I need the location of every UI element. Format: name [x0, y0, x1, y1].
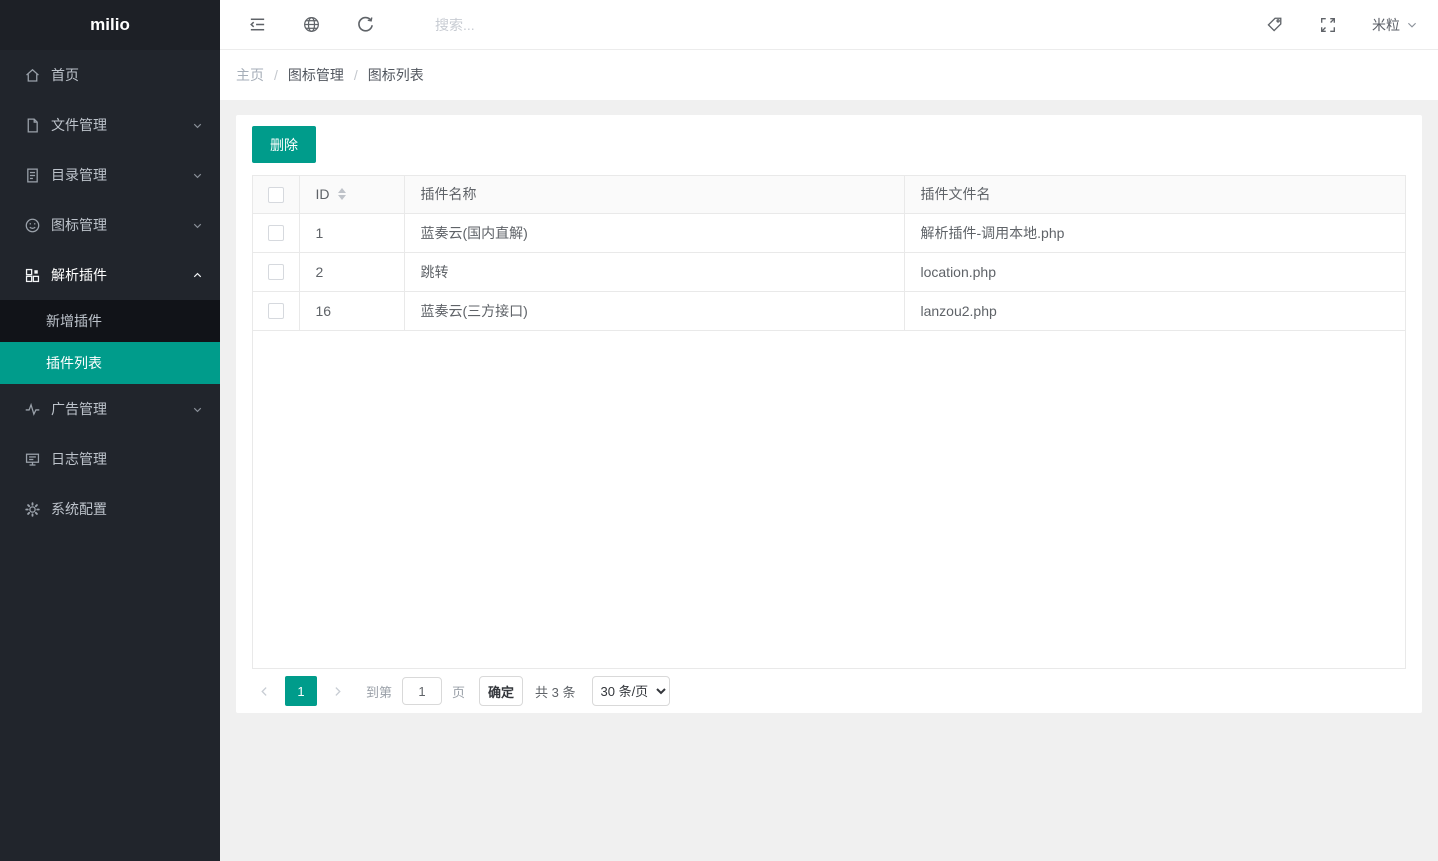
sidebar-item-plugins[interactable]: 解析插件	[0, 250, 220, 300]
cell-plugin-file: location.php	[904, 252, 1405, 291]
sort-icon[interactable]	[338, 188, 346, 200]
sidebar-item-files[interactable]: 文件管理	[0, 100, 220, 150]
cell-id: 2	[299, 252, 404, 291]
sidebar-fold-button[interactable]	[247, 15, 267, 35]
refresh-icon[interactable]	[355, 15, 375, 35]
chevron-down-icon	[191, 403, 204, 416]
sidebar-item-label: 广告管理	[51, 399, 107, 419]
sidebar-item-home[interactable]: 首页	[0, 50, 220, 100]
sidebar-subitem-plugin-list[interactable]: 插件列表	[0, 342, 220, 384]
chevron-down-icon	[191, 119, 204, 132]
sidebar: milio 首页 文件管理 目录管	[0, 0, 220, 861]
plugin-table: ID 插件名称 插件文件名 1 蓝奏云(国内直解) 解析	[253, 176, 1405, 331]
pagination: 1 到第 页 确定 共 3 条 30 条/页	[252, 669, 1406, 713]
search-input[interactable]	[435, 17, 655, 33]
sidebar-item-settings[interactable]: 系统配置	[0, 484, 220, 534]
sidebar-item-label: 解析插件	[51, 265, 107, 285]
sidebar-item-label: 目录管理	[51, 165, 107, 185]
column-header-id: ID	[316, 186, 330, 202]
plugin-list-card: 删除 ID 插件名称 插件文件名	[236, 115, 1422, 713]
fullscreen-icon[interactable]	[1318, 15, 1338, 35]
sidebar-subitem-label: 新增插件	[46, 311, 102, 331]
row-checkbox[interactable]	[268, 225, 284, 241]
total-count-label: 共 3 条	[535, 682, 575, 701]
table-row: 16 蓝奏云(三方接口) lanzou2.php	[253, 291, 1405, 330]
table-header-row: ID 插件名称 插件文件名	[253, 176, 1405, 213]
breadcrumb-icon-list: 图标列表	[368, 65, 424, 85]
confirm-button[interactable]: 确定	[479, 676, 523, 706]
table-row: 2 跳转 location.php	[253, 252, 1405, 291]
sidebar-item-directory[interactable]: 目录管理	[0, 150, 220, 200]
page-number-input[interactable]	[402, 677, 442, 705]
user-menu[interactable]: 米粒	[1372, 15, 1418, 35]
gear-icon	[24, 501, 41, 518]
breadcrumb-icon-management[interactable]: 图标管理	[288, 65, 344, 85]
page-number-button[interactable]: 1	[285, 676, 317, 706]
breadcrumb: 主页 / 图标管理 / 图标列表	[220, 50, 1438, 101]
cell-plugin-name: 跳转	[404, 252, 904, 291]
sidebar-nav: 首页 文件管理 目录管理	[0, 50, 220, 534]
cell-id: 1	[299, 213, 404, 252]
directory-icon	[24, 167, 41, 184]
select-all-checkbox[interactable]	[268, 187, 284, 203]
brand-logo: milio	[0, 0, 220, 50]
home-icon	[24, 67, 41, 84]
plugin-table-container: ID 插件名称 插件文件名 1 蓝奏云(国内直解) 解析	[252, 175, 1406, 669]
app-root: milio 首页 文件管理 目录管	[0, 0, 1438, 861]
cell-plugin-file: lanzou2.php	[904, 291, 1405, 330]
delete-button[interactable]: 删除	[252, 126, 316, 163]
page-unit-label: 页	[452, 682, 465, 701]
sidebar-item-label: 图标管理	[51, 215, 107, 235]
cell-plugin-name: 蓝奏云(国内直解)	[404, 213, 904, 252]
column-header-name: 插件名称	[404, 176, 904, 213]
sidebar-subitem-label: 插件列表	[46, 353, 102, 373]
page-size-select[interactable]: 30 条/页	[592, 676, 670, 706]
plugins-submenu: 新增插件 插件列表	[0, 300, 220, 384]
username: 米粒	[1372, 15, 1400, 35]
sidebar-item-logs[interactable]: 日志管理	[0, 434, 220, 484]
goto-label: 到第	[366, 682, 392, 701]
topbar: 米粒	[220, 0, 1438, 50]
prev-page-button[interactable]	[252, 685, 277, 698]
sidebar-item-icons[interactable]: 图标管理	[0, 200, 220, 250]
column-header-file: 插件文件名	[904, 176, 1405, 213]
table-row: 1 蓝奏云(国内直解) 解析插件-调用本地.php	[253, 213, 1405, 252]
sidebar-item-label: 系统配置	[51, 499, 107, 519]
content-area: 删除 ID 插件名称 插件文件名	[220, 101, 1438, 861]
smiley-icon	[24, 217, 41, 234]
pulse-icon	[24, 401, 41, 418]
topbar-right: 米粒	[1230, 15, 1418, 35]
next-page-button[interactable]	[325, 685, 350, 698]
row-checkbox[interactable]	[268, 264, 284, 280]
chevron-down-icon	[1406, 19, 1418, 31]
chevron-down-icon	[191, 169, 204, 182]
row-checkbox[interactable]	[268, 303, 284, 319]
sidebar-subitem-add-plugin[interactable]: 新增插件	[0, 300, 220, 342]
sidebar-item-label: 首页	[51, 65, 79, 85]
cell-plugin-name: 蓝奏云(三方接口)	[404, 291, 904, 330]
main-area: 米粒 主页 / 图标管理 / 图标列表 删除	[220, 0, 1438, 861]
chevron-down-icon	[191, 219, 204, 232]
chevron-up-icon	[191, 269, 204, 282]
monitor-icon	[24, 451, 41, 468]
sidebar-item-label: 文件管理	[51, 115, 107, 135]
breadcrumb-separator: /	[354, 67, 358, 83]
file-icon	[24, 117, 41, 134]
breadcrumb-separator: /	[274, 67, 278, 83]
sidebar-item-label: 日志管理	[51, 449, 107, 469]
cell-plugin-file: 解析插件-调用本地.php	[904, 213, 1405, 252]
breadcrumb-home[interactable]: 主页	[236, 65, 264, 85]
cell-id: 16	[299, 291, 404, 330]
plugin-icon	[24, 267, 41, 284]
tag-icon[interactable]	[1264, 15, 1284, 35]
sidebar-item-ads[interactable]: 广告管理	[0, 384, 220, 434]
globe-icon[interactable]	[301, 15, 321, 35]
